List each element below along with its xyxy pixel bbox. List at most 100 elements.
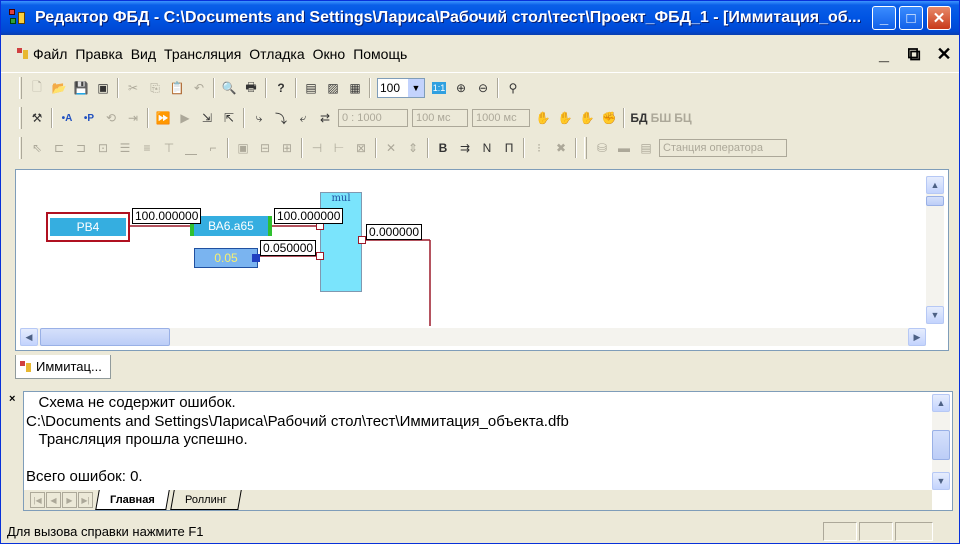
zoom-out-icon[interactable]: ⊖ (472, 77, 494, 99)
scroll-up-icon[interactable]: ▲ (932, 394, 950, 412)
grid-icon-2[interactable]: ⊟ (254, 137, 276, 159)
tools-cross-icon[interactable]: ✖ (550, 137, 572, 159)
branch-icon-4[interactable]: ⇄ (314, 107, 336, 129)
station-icon-2[interactable]: ▬ (613, 137, 635, 159)
align-icon-3[interactable]: ⊠ (350, 137, 372, 159)
insert-block-icon-1[interactable]: ⊏ (48, 137, 70, 159)
next-tab-icon[interactable]: ▶ (62, 492, 77, 508)
hand-icon[interactable]: ✋ (532, 107, 554, 129)
scroll-down-icon[interactable]: ▼ (932, 472, 950, 490)
block-b-icon[interactable]: B (432, 137, 454, 159)
maximize-button[interactable]: □ (899, 6, 923, 30)
block-mul[interactable]: mul (320, 192, 362, 292)
align-icon-1[interactable]: ⊣ (306, 137, 328, 159)
minimize-button[interactable]: _ (872, 6, 896, 30)
output-close-icon[interactable]: × (9, 393, 15, 405)
scroll-up-icon[interactable]: ▲ (926, 176, 944, 194)
station-icon-3[interactable]: ▤ (635, 137, 657, 159)
insert-block-icon-2[interactable]: ⊐ (70, 137, 92, 159)
paste-icon[interactable]: 📋 (166, 77, 188, 99)
tools-icon[interactable]: ⚒ (26, 107, 48, 129)
vertical-scrollbar[interactable]: ▲ ▼ (926, 176, 944, 324)
mul-output-pin[interactable] (358, 236, 366, 244)
hand-grab-icon[interactable]: ✊ (598, 107, 620, 129)
step-icon[interactable]: ⇥ (122, 107, 144, 129)
save-all-icon[interactable]: ▣ (92, 77, 114, 99)
scroll-left-icon[interactable]: ◀ (20, 328, 38, 346)
step-out-icon[interactable]: ⇱ (218, 107, 240, 129)
block-ba6[interactable]: ВА6.а65 (190, 216, 272, 236)
save-icon[interactable]: 💾 (70, 77, 92, 99)
title-bar[interactable]: Редактор ФБД - C:\Documents and Settings… (1, 1, 959, 35)
toolbar-grip[interactable] (19, 137, 22, 159)
delete-icon[interactable]: ✕ (380, 137, 402, 159)
copy-icon[interactable]: ⎘ (144, 77, 166, 99)
toolbar-grip[interactable] (19, 77, 22, 99)
insert-block-icon-3[interactable]: ⊡ (92, 137, 114, 159)
zoom-in-icon[interactable]: ⊕ (450, 77, 472, 99)
distribute-icon[interactable]: ⇕ (402, 137, 424, 159)
scroll-right-icon[interactable]: ▶ (908, 328, 926, 346)
first-tab-icon[interactable]: |◀ (30, 492, 45, 508)
zoom-select[interactable]: 100 ▼ (377, 78, 425, 98)
wire-icon-1[interactable]: ⎽ (180, 137, 202, 159)
bsh-button[interactable]: БШ (650, 107, 672, 129)
mdi-minimize-button[interactable]: _ (869, 43, 899, 65)
insert-block-icon-4[interactable]: ☰ (114, 137, 136, 159)
document-icon[interactable] (17, 47, 29, 61)
block-n-icon[interactable]: N (476, 137, 498, 159)
output-scroll-thumb[interactable] (932, 430, 950, 460)
menu-file[interactable]: Файл (29, 35, 71, 73)
play-icon[interactable]: ▶ (174, 107, 196, 129)
branch-icon-1[interactable]: ⤷ (248, 107, 270, 129)
station-field[interactable]: Станция оператора (659, 139, 787, 157)
open-file-icon[interactable]: 📂 (48, 77, 70, 99)
menu-edit[interactable]: Правка (71, 35, 126, 73)
const-output-pin[interactable] (252, 254, 260, 262)
toolbar-grip[interactable] (584, 137, 587, 159)
fast-forward-icon[interactable]: ⏩ (152, 107, 174, 129)
chevron-down-icon[interactable]: ▼ (408, 79, 424, 97)
branch-icon-2[interactable]: ⤵ (270, 107, 292, 129)
scroll-down-icon[interactable]: ▼ (926, 306, 944, 324)
align-icon-2[interactable]: ⊢ (328, 137, 350, 159)
last-tab-icon[interactable]: ▶| (78, 492, 93, 508)
menu-help[interactable]: Помощь (349, 35, 411, 73)
tab-rolling[interactable]: Роллинг (169, 490, 242, 510)
bc-button[interactable]: БЦ (672, 107, 694, 129)
grid-icon-3[interactable]: ⊞ (276, 137, 298, 159)
block-rb4[interactable]: РВ4 (46, 212, 130, 242)
mdi-restore-button[interactable]: ⧉ (899, 43, 929, 65)
output-vertical-scrollbar[interactable]: ▲ ▼ (932, 394, 950, 490)
db-button[interactable]: БД (628, 107, 650, 129)
mdi-close-button[interactable]: ✕ (929, 43, 959, 65)
interval-field-2[interactable]: 1000 мс (472, 109, 530, 127)
wire-icon-2[interactable]: ⌐ (202, 137, 224, 159)
mul-input-pin-2[interactable] (316, 252, 324, 260)
menu-view[interactable]: Вид (127, 35, 160, 73)
menu-debug[interactable]: Отладка (245, 35, 308, 73)
new-file-icon[interactable]: 🗋 (26, 77, 48, 99)
print-icon[interactable]: 🖶 (240, 77, 262, 99)
close-button[interactable]: ✕ (927, 6, 951, 30)
mode-a-icon[interactable]: •A (56, 107, 78, 129)
horizontal-scroll-thumb[interactable] (40, 328, 170, 346)
prev-tab-icon[interactable]: ◀ (46, 492, 61, 508)
diagram-canvas[interactable]: РВ4 ВА6.а65 0.05 mul 100.000000 100.0000… (20, 174, 922, 326)
block-const[interactable]: 0.05 (194, 248, 258, 268)
branch-icon-3[interactable]: ⤶ (292, 107, 314, 129)
print-preview-icon[interactable]: 🔍 (218, 77, 240, 99)
menu-translate[interactable]: Трансляция (160, 35, 245, 73)
station-icon-1[interactable]: ⛁ (591, 137, 613, 159)
hand-dark-icon[interactable]: ✋ (576, 107, 598, 129)
hand-red-icon[interactable]: ✋ (554, 107, 576, 129)
tab-document[interactable]: Иммитац... (15, 355, 111, 379)
zoom-fit-button[interactable]: 1:1 (428, 77, 450, 99)
mode-p-icon[interactable]: •P (78, 107, 100, 129)
window-layout-icon[interactable]: ▤ (300, 77, 322, 99)
insert-block-icon-5[interactable]: ≡ (136, 137, 158, 159)
select-arrow-icon[interactable]: ⇖ (26, 137, 48, 159)
find-binoculars-icon[interactable]: ⚲ (502, 77, 524, 99)
interval-field-1[interactable]: 100 мс (412, 109, 468, 127)
period-field[interactable]: 0 : 1000 (338, 109, 408, 127)
